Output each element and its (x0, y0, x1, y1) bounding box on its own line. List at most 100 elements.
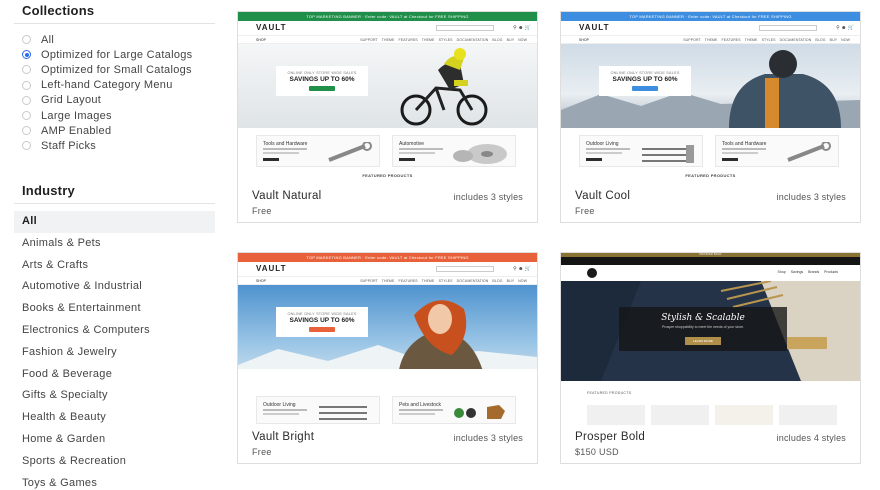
preview-tile: Tools and Hardware (256, 135, 380, 167)
preview-logo-icon (587, 268, 597, 278)
banner-big-text: SAVINGS UP TO 60% (289, 317, 355, 324)
theme-card-vault-bright[interactable]: TOP MARKETING BANNER · Enter code: VAULT… (237, 252, 538, 464)
preview-header-icons: ⚲ ☻ 🛒 (513, 25, 531, 31)
collection-label: Left-hand Category Menu (41, 79, 173, 92)
industry-item-gifts-specialty[interactable]: Gifts & Specialty (14, 385, 215, 407)
banner-button (309, 327, 335, 332)
industry-item-health-beauty[interactable]: Health & Beauty (14, 407, 215, 429)
preview-nav-links: SUPPORT THEME FEATURES THEME STYLES DOCU… (360, 279, 527, 283)
tile-line (263, 413, 299, 415)
preview-hero: Stylish & Scalable Prosper shoppability … (561, 281, 860, 381)
theme-name[interactable]: Prosper Bold (575, 431, 645, 443)
industry-item-animals-pets[interactable]: Animals & Pets (14, 233, 215, 255)
theme-preview-image[interactable]: TOP MARKETING BANNER · Enter code: VAULT… (238, 253, 537, 425)
radio-icon[interactable] (22, 80, 31, 90)
tile-title: Automotive (399, 141, 425, 147)
theme-name[interactable]: Vault Cool (575, 190, 630, 202)
tile-line (586, 148, 630, 150)
collection-option-grid-layout[interactable]: Grid Layout (22, 93, 192, 108)
collection-option-large-images[interactable]: Large Images (22, 108, 192, 123)
preview-nav-links: SUPPORT THEME FEATURES THEME STYLES DOCU… (360, 38, 527, 42)
radio-icon[interactable] (22, 141, 31, 151)
preview-shop-menu: SHOP (579, 38, 589, 42)
industry-item-fashion-jewelry[interactable]: Fashion & Jewelry (14, 342, 215, 364)
preview-hero: ONLINE ONLY STORE WIDE SALES SAVINGS UP … (561, 44, 860, 128)
collection-option-staff-picks[interactable]: Staff Picks (22, 138, 192, 153)
industry-item-home-garden[interactable]: Home & Garden (14, 429, 215, 451)
preview-tile: Automotive (392, 135, 516, 167)
theme-style-count: includes 3 styles (453, 192, 523, 202)
collection-option-large-catalogs[interactable]: Optimized for Large Catalogs (22, 47, 192, 62)
industry-item-electronics-computers[interactable]: Electronics & Computers (14, 320, 215, 342)
radio-checked-icon[interactable] (22, 50, 31, 60)
wrench-icon (787, 142, 831, 162)
preview-tile: Pets and Livestock (392, 396, 516, 424)
preview-search-box (436, 25, 494, 31)
industry-item-food-beverage[interactable]: Food & Beverage (14, 364, 215, 386)
preview-category-tiles: Outdoor Living Tools and Hardware FEATUR… (561, 128, 860, 184)
tile-button (263, 158, 279, 161)
industry-item-automotive-industrial[interactable]: Automotive & Industrial (14, 276, 215, 298)
theme-preview-image[interactable]: TOP MARKETING BANNER · Enter code: VAULT… (561, 12, 860, 184)
preview-featured-heading: FEATURED PRODUCTS (362, 173, 413, 178)
tile-title: Pets and Livestock (399, 402, 441, 408)
banner-big-text: SAVINGS UP TO 60% (289, 76, 355, 83)
banner-button (632, 86, 658, 91)
promo-bar: TOP MARKETING BANNER · Enter code: VAULT… (238, 253, 537, 262)
collection-option-amp-enabled[interactable]: AMP Enabled (22, 123, 192, 138)
theme-style-count: includes 3 styles (776, 192, 846, 202)
banner-small-text: ONLINE ONLY STORE WIDE SALES (610, 71, 680, 75)
collection-option-small-catalogs[interactable]: Optimized for Small Catalogs (22, 62, 192, 77)
preview-hero: ONLINE ONLY STORE WIDE SALES SAVINGS UP … (238, 44, 537, 128)
theme-card-prosper-bold[interactable]: PROSPER BOLD Shop Savings Brands Product… (560, 252, 861, 464)
preview-logo: VAULT (579, 23, 610, 32)
theme-name[interactable]: Vault Natural (252, 190, 322, 202)
preview-nav-links: Shop Savings Brands Products (777, 270, 838, 274)
preview-shop-menu: SHOP (256, 38, 266, 42)
tile-line (722, 152, 758, 154)
theme-preview-image[interactable]: PROSPER BOLD Shop Savings Brands Product… (561, 253, 860, 425)
tile-line (399, 413, 435, 415)
tile-title: Tools and Hardware (263, 141, 308, 147)
filter-sidebar: Collections All Optimized for Large Cata… (0, 0, 222, 490)
industry-item-books-entertainment[interactable]: Books & Entertainment (14, 298, 215, 320)
industry-list: All Animals & Pets Arts & Crafts Automot… (14, 211, 215, 490)
industry-item-arts-crafts[interactable]: Arts & Crafts (14, 255, 215, 277)
preview-tile: Outdoor Living (579, 135, 703, 167)
radio-icon[interactable] (22, 111, 31, 121)
banner-big-text: SAVINGS UP TO 60% (612, 76, 678, 83)
preview-category-tiles: Outdoor Living Pets and Livestock (238, 393, 537, 425)
preview-header: VAULT ⚲ ☻ 🛒 (238, 21, 537, 35)
preview-search-box (759, 25, 817, 31)
preview-nav: SHOP SUPPORT THEME FEATURES THEME STYLES… (561, 35, 860, 44)
radio-icon[interactable] (22, 126, 31, 136)
preview-header: Shop Savings Brands Products (561, 265, 860, 281)
tile-button (722, 158, 738, 161)
theme-style-count: includes 4 styles (776, 433, 846, 443)
preview-sale-banner: ONLINE ONLY STORE WIDE SALES SAVINGS UP … (276, 66, 368, 96)
preview-product-thumb (587, 405, 645, 425)
industry-item-all[interactable]: All (14, 211, 215, 233)
preview-logo: VAULT (256, 264, 287, 273)
collection-option-all[interactable]: All (22, 32, 192, 47)
theme-style-count: includes 3 styles (453, 433, 523, 443)
preview-nav-links: SUPPORT THEME FEATURES THEME STYLES DOCU… (683, 38, 850, 42)
radio-icon[interactable] (22, 35, 31, 45)
industry-divider (14, 203, 215, 204)
bbq-tools-icon (642, 145, 694, 163)
theme-preview-image[interactable]: TOP MARKETING BANNER · Enter code: VAULT… (238, 12, 537, 184)
industry-item-toys-games[interactable]: Toys & Games (14, 473, 215, 490)
banner-button: LEARN MORE (685, 337, 721, 345)
preview-header-icons: ⚲ ☻ 🛒 (513, 266, 531, 272)
collection-option-left-hand-menu[interactable]: Left-hand Category Menu (22, 78, 192, 93)
radio-icon[interactable] (22, 65, 31, 75)
banner-small-text: ONLINE ONLY STORE WIDE SALES (287, 312, 357, 316)
radio-icon[interactable] (22, 95, 31, 105)
theme-card-vault-cool[interactable]: TOP MARKETING BANNER · Enter code: VAULT… (560, 11, 861, 223)
theme-price: Free (575, 206, 595, 216)
tile-line (586, 152, 622, 154)
theme-card-vault-natural[interactable]: TOP MARKETING BANNER · Enter code: VAULT… (237, 11, 538, 223)
collection-label: All (41, 33, 55, 46)
industry-item-sports-recreation[interactable]: Sports & Recreation (14, 451, 215, 473)
theme-name[interactable]: Vault Bright (252, 431, 314, 443)
